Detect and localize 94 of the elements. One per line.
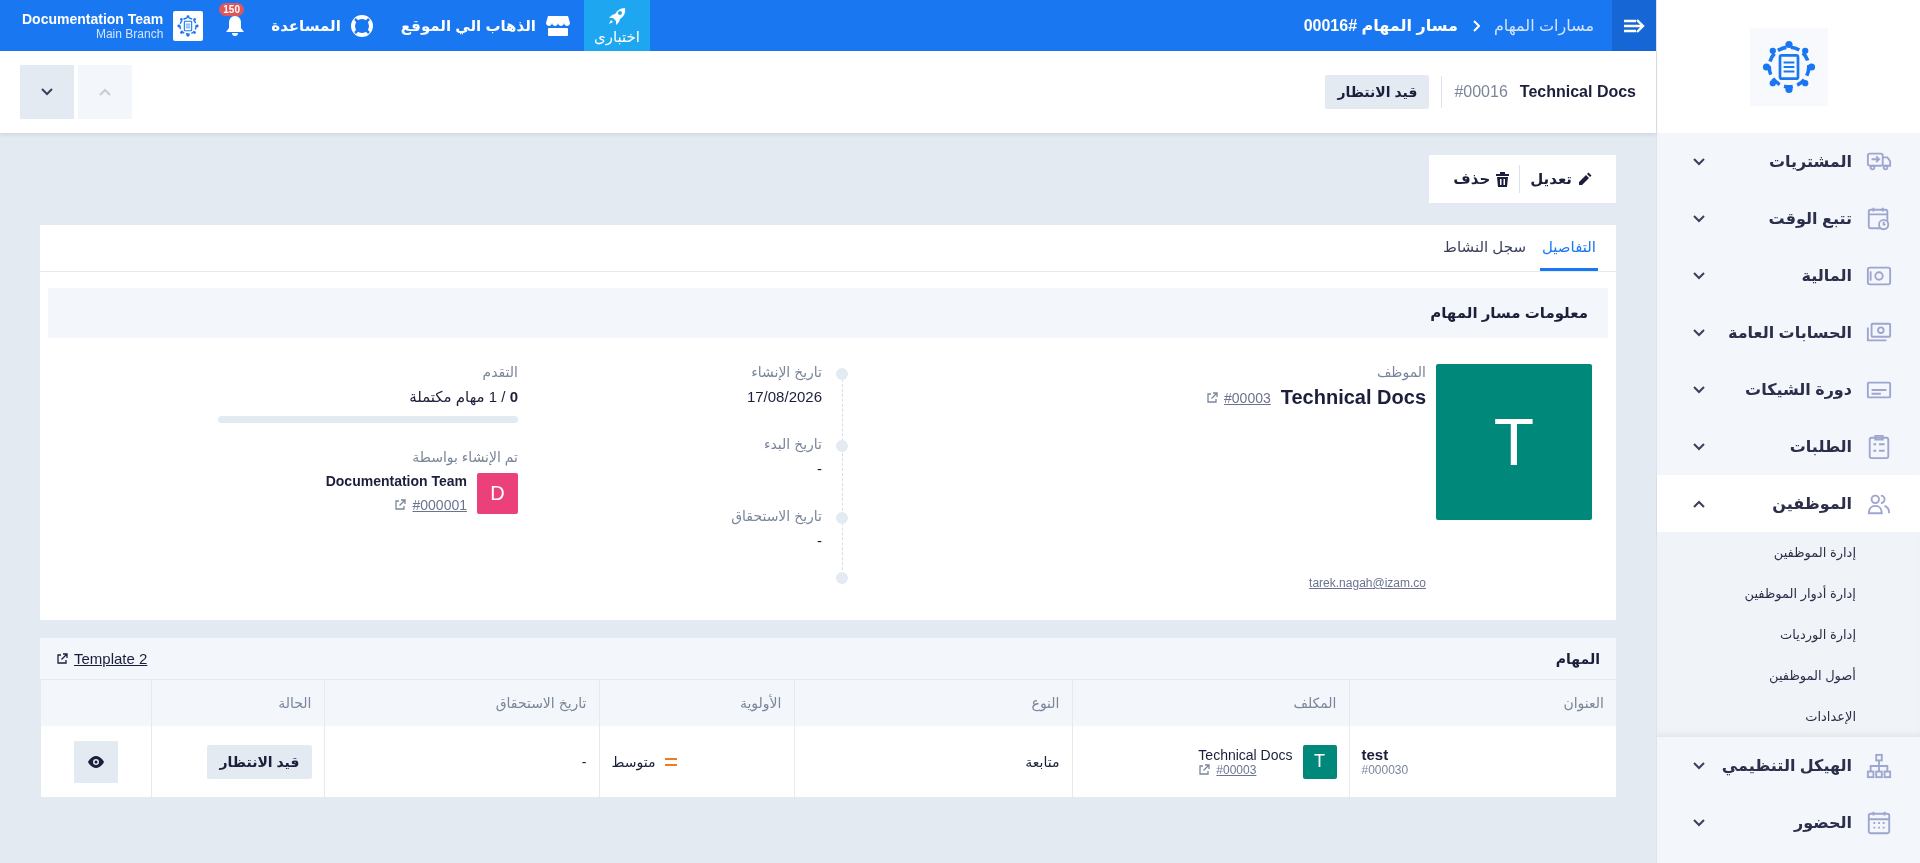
external-link-icon — [1206, 391, 1219, 404]
task-title: test — [1361, 746, 1390, 763]
calendar-icon — [1866, 809, 1892, 836]
trash-icon — [1496, 171, 1510, 187]
priority-text: متوسط — [611, 753, 656, 770]
sidebar-subitem[interactable]: إدارة أدوار الموظفين — [1657, 573, 1920, 614]
assignee-name: Technical Docs — [1198, 746, 1293, 763]
task-code: #000030 — [1361, 763, 1410, 777]
table-cell: متابعة — [794, 726, 1072, 797]
creator-code-link[interactable]: #000001 — [394, 497, 467, 513]
breadcrumb-item: مسار المهام #00016 — [1303, 16, 1458, 35]
chevron-down-icon — [1693, 442, 1705, 451]
date-value: - — [817, 532, 822, 549]
chevron-down-icon — [1693, 214, 1705, 223]
column-header: تاريخ الاستحقاق — [324, 680, 599, 726]
field-label: التقدم — [481, 364, 518, 380]
template-link[interactable]: Template 2 — [56, 650, 148, 667]
lifebuoy-icon — [350, 14, 373, 37]
external-link-icon — [394, 499, 407, 511]
chevron-up-icon — [99, 88, 111, 96]
sidebar-item[interactable]: دورة الشيكات — [1657, 361, 1920, 418]
date-value: 17/08/2026 — [746, 388, 822, 405]
visit-site-button[interactable]: الذهاب الي الموقع — [386, 0, 584, 51]
eye-icon — [86, 755, 105, 768]
clipboard-icon — [1866, 433, 1892, 460]
help-button[interactable]: المساعدة — [257, 0, 387, 51]
sidebar-item[interactable]: المالية — [1657, 247, 1920, 304]
field-label: تاريخ الإنشاء — [751, 364, 822, 380]
menu-toggle-icon[interactable] — [1612, 0, 1656, 51]
field-label: الموظف — [1375, 364, 1426, 380]
employee-code-link[interactable]: #00003 — [1206, 389, 1271, 406]
status-badge: قيد الانتظار — [207, 744, 312, 779]
section-title: المهام — [1555, 650, 1600, 667]
assignee-avatar: T — [1302, 744, 1337, 779]
chevron-down-icon — [1693, 157, 1705, 166]
chevron-up-icon — [1693, 499, 1705, 508]
bell-icon — [225, 14, 246, 37]
tab[interactable]: التفاصيل — [1539, 225, 1598, 271]
equals-icon — [665, 757, 678, 766]
column-header: العنوان — [1349, 680, 1616, 726]
sidebar-item[interactable]: الطلبات — [1657, 418, 1920, 475]
chevron-down-icon — [41, 88, 53, 96]
table-cell: - — [324, 726, 599, 797]
field-label: تم الإنشاء بواسطة — [411, 449, 518, 465]
branch-name: Main Branch — [95, 26, 164, 41]
sidebar-item[interactable]: المشتريات — [1657, 133, 1920, 190]
employee-avatar: T — [1436, 364, 1592, 520]
notifications-button[interactable]: 150 — [213, 0, 258, 51]
edit-button[interactable]: تعديل — [1520, 155, 1602, 203]
calendar-clock-icon — [1866, 205, 1892, 232]
company-logo-icon — [177, 14, 200, 37]
view-button[interactable] — [73, 740, 118, 783]
external-link-icon — [56, 652, 68, 665]
column-header: الحالة — [151, 680, 324, 726]
sidebar-item[interactable]: الهيكل التنظيمي — [1657, 737, 1920, 794]
chevron-down-icon — [1693, 328, 1705, 337]
column-header: النوع — [794, 680, 1072, 726]
delete-button[interactable]: حذف — [1443, 155, 1520, 203]
creator-avatar: D — [477, 473, 518, 514]
chevron-down-icon — [1693, 761, 1705, 770]
chevron-down-icon — [1693, 271, 1705, 280]
column-header: المكلف — [1072, 680, 1349, 726]
record-title: Technical Docs — [1519, 83, 1636, 101]
email-link[interactable]: tarek.nagah@izam.co — [1206, 576, 1426, 590]
external-link-icon — [1198, 763, 1211, 776]
sidebar-subitem[interactable]: أصول الموظفين — [1657, 655, 1920, 696]
record-number: #00016 — [1454, 83, 1508, 101]
sidebar-item[interactable]: الحضور — [1657, 794, 1920, 851]
section-title: معلومات مسار المهام — [48, 288, 1608, 338]
field-label: تاريخ البدء — [763, 436, 822, 452]
sidebar-subitem[interactable]: إدارة الورديات — [1657, 614, 1920, 655]
sidebar-item[interactable]: تتبع الوقت — [1657, 190, 1920, 247]
tab[interactable]: سجل النشاط — [1441, 225, 1528, 271]
rocket-icon — [607, 5, 627, 26]
chevron-down-icon — [1693, 818, 1705, 827]
account-name[interactable]: Documentation Team — [22, 10, 164, 27]
pencil-icon — [1578, 172, 1592, 186]
date-value: - — [817, 460, 822, 477]
column-header: الأولوية — [599, 680, 794, 726]
sidebar-item[interactable]: الموظفين — [1657, 475, 1920, 532]
chevron-down-icon — [1693, 385, 1705, 394]
hierarchy-icon — [1866, 752, 1892, 779]
notification-count-badge: 150 — [219, 3, 244, 16]
creator-name: Documentation Team — [325, 473, 467, 489]
store-icon — [545, 14, 570, 37]
sidebar-item[interactable]: الحسابات العامة — [1657, 304, 1920, 361]
sidebar-subitem[interactable]: الإعدادات — [1657, 696, 1920, 737]
sidebar-subitem[interactable]: إدارة الموظفين — [1657, 532, 1920, 573]
app-logo-icon — [1761, 39, 1816, 94]
status-badge: قيد الانتظار — [1325, 75, 1430, 109]
assignee-code-link[interactable]: #00003 — [1198, 762, 1257, 777]
field-label: تاريخ الاستحقاق — [731, 508, 822, 524]
employee-name: Technical Docs — [1280, 386, 1426, 409]
chevron-icon — [1471, 19, 1480, 32]
